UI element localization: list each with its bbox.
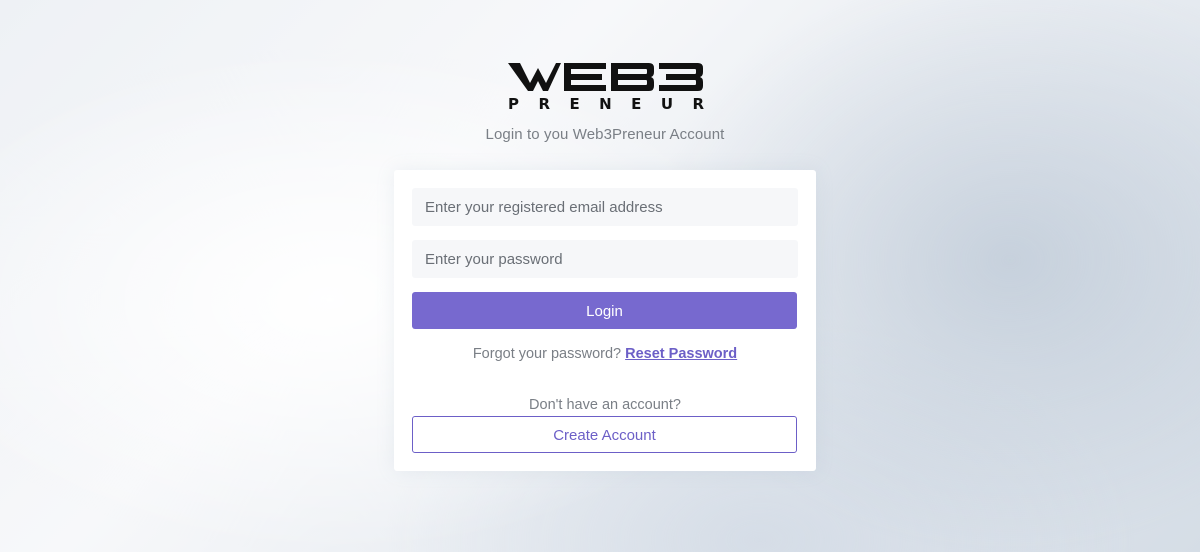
logo-subtext: PRENEUR	[508, 95, 704, 112]
password-field[interactable]	[412, 240, 798, 278]
create-account-button[interactable]: Create Account	[412, 416, 797, 453]
login-button[interactable]: Login	[412, 292, 797, 329]
page-subtitle: Login to you Web3Preneur Account	[485, 126, 725, 143]
forgot-password-row: Forgot your password? Reset Password	[394, 346, 816, 362]
email-field[interactable]	[412, 188, 798, 226]
forgot-password-text: Forgot your password?	[472, 346, 626, 362]
web3preneur-logo: PRENEUR	[508, 60, 704, 112]
reset-password-link[interactable]: Reset Password	[625, 346, 737, 362]
login-card: Login Forgot your password? Reset Passwo…	[394, 170, 816, 471]
no-account-text: Don't have an account?	[529, 397, 681, 413]
